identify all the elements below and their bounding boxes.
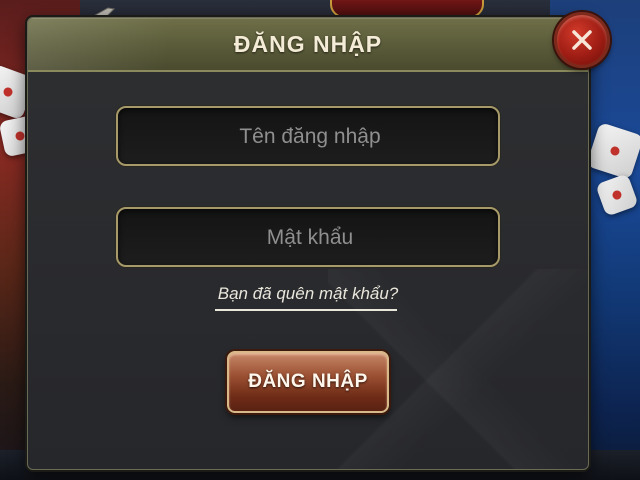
close-icon xyxy=(572,30,592,50)
forgot-password-underline xyxy=(215,309,397,311)
username-input[interactable] xyxy=(118,108,502,166)
login-dialog: ĐĂNG NHẬP Bạn đã quên mật khẩu? ĐĂNG NHẬ… xyxy=(27,17,589,470)
background-top-badge xyxy=(330,0,484,18)
login-button[interactable]: ĐĂNG NHẬP xyxy=(227,351,389,413)
username-field xyxy=(116,106,502,166)
password-field xyxy=(116,207,502,267)
password-input[interactable] xyxy=(118,209,502,267)
close-button[interactable] xyxy=(554,12,610,68)
dialog-title: ĐĂNG NHẬP xyxy=(233,31,383,57)
dialog-header: ĐĂNG NHẬP xyxy=(28,18,588,72)
forgot-password-link[interactable]: Bạn đã quên mật khẩu? xyxy=(28,284,588,304)
